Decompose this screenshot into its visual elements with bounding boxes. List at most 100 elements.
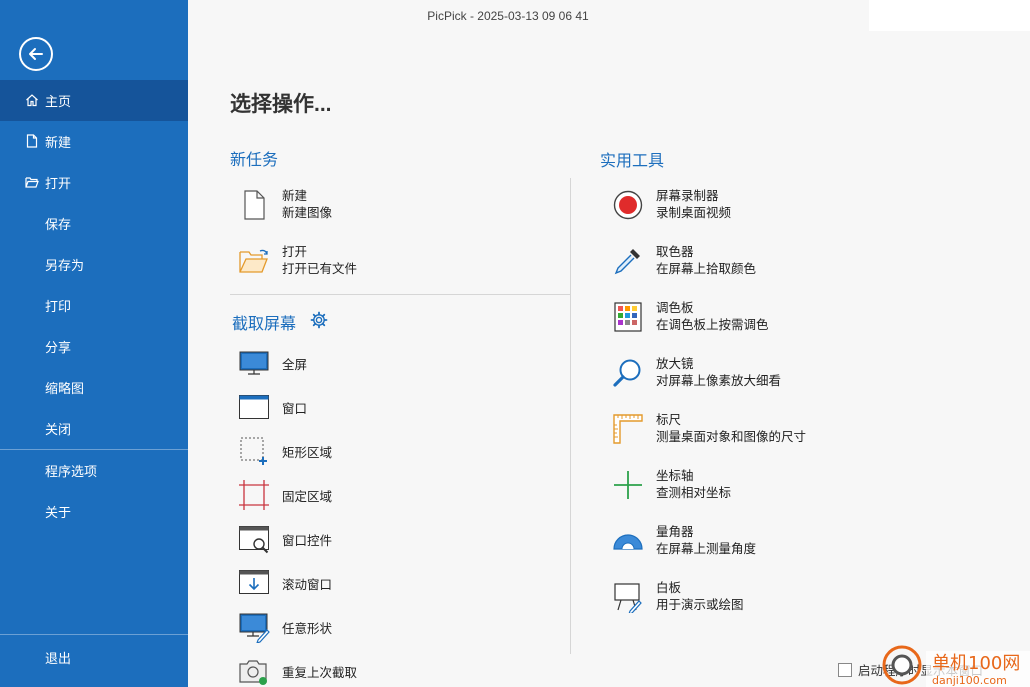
open-file-item[interactable]: 打开 打开已有文件 — [238, 244, 357, 278]
whiteboard-icon — [612, 581, 644, 613]
section-divider — [230, 294, 570, 295]
column-divider — [570, 178, 571, 654]
ruler-icon — [612, 413, 644, 445]
new-file-icon — [26, 134, 38, 148]
sidebar-item-exit[interactable]: 退出 — [0, 637, 188, 678]
item-desc: 用于演示或绘图 — [656, 598, 744, 612]
fullscreen-icon — [238, 347, 270, 379]
window-title: PicPick - 2025-03-13 09 06 41 — [427, 9, 589, 23]
gear-icon[interactable] — [310, 311, 328, 329]
item-title: 取色器 — [656, 245, 694, 259]
tool-crosshair[interactable]: 坐标轴 查测相对坐标 — [612, 468, 731, 502]
item-title: 量角器 — [656, 525, 694, 539]
capture-scroll-window[interactable]: 滚动窗口 — [238, 567, 332, 599]
tool-screen-recorder[interactable]: 屏幕录制器录制桌面视频 — [612, 188, 731, 222]
item-label: 窗口 — [282, 401, 308, 416]
sidebar-item-options[interactable]: 程序选项 — [0, 450, 188, 491]
capture-fullscreen[interactable]: 全屏 — [238, 347, 307, 379]
sidebar-item-label: 打开 — [45, 176, 72, 191]
capture-rect-region[interactable]: 矩形区域 — [238, 435, 332, 467]
tool-whiteboard[interactable]: 白板 用于演示或绘图 — [612, 580, 744, 614]
sidebar-item-label: 关闭 — [45, 422, 72, 437]
protractor-icon — [612, 525, 644, 557]
item-label: 窗口控件 — [282, 533, 333, 548]
item-title: 屏幕录制器 — [656, 189, 719, 203]
item-title: 打开 — [282, 245, 308, 259]
sidebar-item-thumbnails[interactable]: 缩略图 — [0, 367, 188, 408]
sidebar-item-print[interactable]: 打印 — [0, 285, 188, 326]
sidebar-item-home[interactable]: 主页 — [0, 80, 188, 121]
freehand-icon — [238, 611, 270, 643]
capture-fixed-region[interactable]: 固定区域 — [238, 479, 332, 511]
sidebar-item-label: 程序选项 — [45, 464, 98, 479]
title-bar-blank — [869, 0, 1030, 31]
watermark-logo: 单机100网 danji100.com — [882, 645, 1030, 687]
magnifier-icon — [612, 357, 644, 389]
rect-region-icon — [238, 435, 270, 467]
tool-ruler[interactable]: 标尺测量桌面对象和图像的尺寸 — [612, 412, 806, 446]
arrow-left-icon — [29, 48, 43, 60]
watermark-text: 单机100网 — [932, 653, 1020, 674]
sidebar-item-label: 退出 — [45, 651, 72, 666]
tool-color-picker[interactable]: 取色器在屏幕上拾取颜色 — [612, 244, 756, 278]
section-title-capture: 截取屏幕 — [232, 316, 297, 333]
item-desc: 在屏幕上测量角度 — [656, 542, 757, 556]
tool-protractor[interactable]: 量角器在屏幕上测量角度 — [612, 524, 756, 558]
capture-window[interactable]: 窗口 — [238, 391, 307, 423]
item-desc: 对屏幕上像素放大细看 — [656, 374, 782, 388]
sidebar-item-label: 主页 — [45, 94, 72, 109]
capture-freehand[interactable]: 任意形状 — [238, 611, 332, 643]
sidebar-nav: 主页 新建 打开 保存 另存为 打印 分享 缩略图 关闭 程序选项 关于 — [0, 80, 188, 532]
folder-open-icon — [25, 177, 39, 188]
home-icon — [26, 94, 38, 107]
sidebar-item-save[interactable]: 保存 — [0, 203, 188, 244]
window-control-icon — [238, 523, 270, 555]
item-label: 全屏 — [282, 357, 308, 372]
window-icon — [238, 391, 270, 423]
item-desc: 在调色板上按需调色 — [656, 318, 769, 332]
capture-window-control[interactable]: 窗口控件 — [238, 523, 332, 555]
back-button[interactable] — [19, 37, 53, 71]
sidebar-item-label: 缩略图 — [45, 381, 85, 396]
crosshair-icon — [612, 469, 644, 501]
item-desc: 测量桌面对象和图像的尺寸 — [656, 430, 807, 444]
item-title: 白板 — [656, 581, 682, 595]
new-image-item[interactable]: 新建 新建图像 — [238, 188, 332, 222]
item-label: 矩形区域 — [282, 445, 333, 460]
tool-magnifier[interactable]: 放大镜对屏幕上像素放大细看 — [612, 356, 781, 390]
sidebar-item-label: 分享 — [45, 340, 72, 355]
item-label: 滚动窗口 — [282, 577, 333, 592]
tool-palette[interactable]: 调色板 在调色板上按需调色 — [612, 300, 769, 334]
record-icon — [612, 189, 644, 221]
startup-checkbox[interactable] — [838, 662, 852, 677]
sidebar-item-close[interactable]: 关闭 — [0, 408, 188, 449]
sidebar-item-save-as[interactable]: 另存为 — [0, 244, 188, 285]
item-label: 固定区域 — [282, 489, 333, 504]
sidebar: 主页 新建 打开 保存 另存为 打印 分享 缩略图 关闭 程序选项 关于 退出 — [0, 0, 188, 687]
sidebar-item-share[interactable]: 分享 — [0, 326, 188, 367]
sidebar-item-label: 保存 — [45, 217, 72, 232]
item-desc: 录制桌面视频 — [656, 206, 732, 220]
section-title-tools: 实用工具 — [600, 153, 665, 170]
fixed-region-icon — [238, 479, 270, 511]
item-label: 重复上次截取 — [282, 665, 358, 680]
page-title: 选择操作... — [230, 93, 332, 116]
capture-repeat-last[interactable]: 重复上次截取 — [238, 655, 357, 687]
sidebar-item-about[interactable]: 关于 — [0, 491, 188, 532]
sidebar-item-label: 新建 — [45, 135, 72, 150]
sidebar-item-open[interactable]: 打开 — [0, 162, 188, 203]
item-title: 标尺 — [656, 413, 682, 427]
sidebar-item-label: 关于 — [45, 505, 72, 520]
item-title: 放大镜 — [656, 357, 694, 371]
sidebar-item-label: 另存为 — [45, 258, 85, 273]
palette-icon — [612, 301, 644, 333]
item-title: 坐标轴 — [656, 469, 694, 483]
item-desc: 新建图像 — [282, 206, 333, 220]
item-desc: 在屏幕上拾取颜色 — [656, 262, 757, 276]
eyedropper-icon — [612, 245, 644, 277]
item-title: 新建 — [282, 189, 308, 203]
sidebar-divider — [0, 634, 188, 635]
scroll-window-icon — [238, 567, 270, 599]
item-desc: 查测相对坐标 — [656, 486, 732, 500]
sidebar-item-new[interactable]: 新建 — [0, 121, 188, 162]
